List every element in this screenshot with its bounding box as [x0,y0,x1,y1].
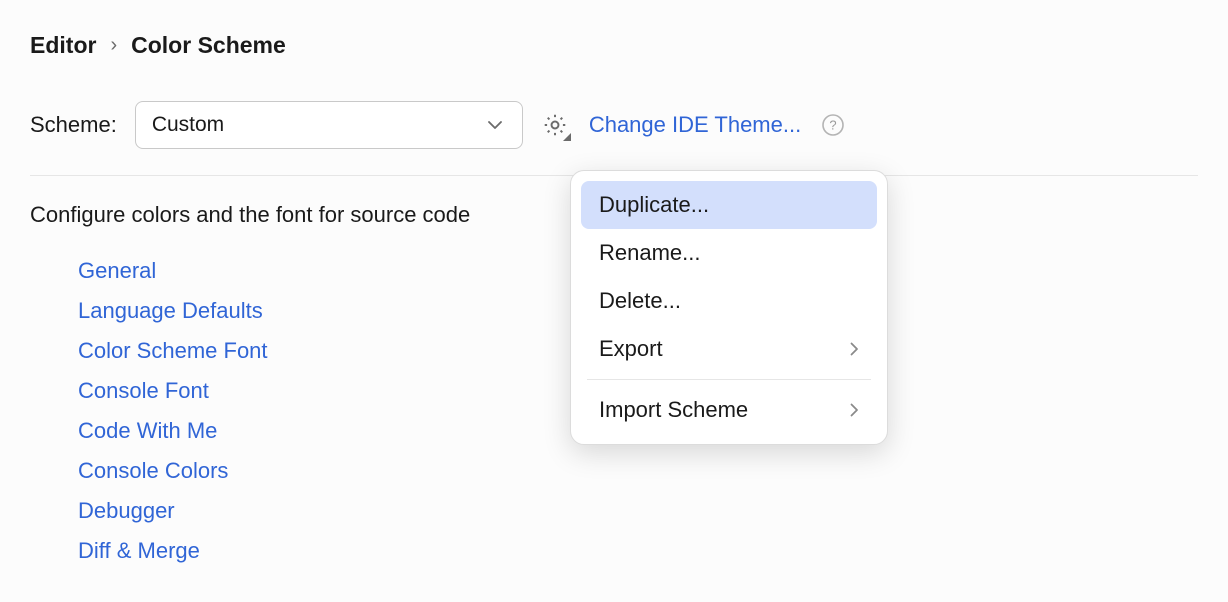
popup-item-label: Delete... [599,288,681,314]
scheme-selected-value: Custom [152,113,224,137]
popup-item-export[interactable]: Export [581,325,877,373]
chevron-right-icon: › [110,34,117,57]
popup-item-import-scheme[interactable]: Import Scheme [581,386,877,434]
svg-text:?: ? [830,118,837,133]
tree-item-console-colors[interactable]: Console Colors [78,458,1198,484]
breadcrumb: Editor › Color Scheme [30,32,1198,59]
popup-item-duplicate[interactable]: Duplicate... [581,181,877,229]
scheme-label: Scheme: [30,112,117,138]
chevron-right-icon [850,336,859,362]
popup-item-label: Import Scheme [599,397,748,423]
scheme-row: Scheme: Custom Change IDE Theme... ? [30,101,1198,149]
gear-icon[interactable] [541,111,569,139]
chevron-right-icon [850,397,859,423]
popup-item-label: Rename... [599,240,701,266]
scheme-select[interactable]: Custom [135,101,523,149]
popup-item-rename[interactable]: Rename... [581,229,877,277]
tree-item-debugger[interactable]: Debugger [78,498,1198,524]
gear-popup-menu: Duplicate... Rename... Delete... Export … [570,170,888,445]
popup-item-delete[interactable]: Delete... [581,277,877,325]
tree-item-diff-merge[interactable]: Diff & Merge [78,538,1198,564]
popup-divider [587,379,871,380]
help-icon[interactable]: ? [821,113,845,137]
change-ide-theme-link[interactable]: Change IDE Theme... [589,112,801,138]
chevron-down-icon [488,121,502,130]
popup-item-label: Export [599,336,663,362]
breadcrumb-parent[interactable]: Editor [30,32,96,59]
popup-item-label: Duplicate... [599,192,709,218]
breadcrumb-current: Color Scheme [131,32,286,59]
